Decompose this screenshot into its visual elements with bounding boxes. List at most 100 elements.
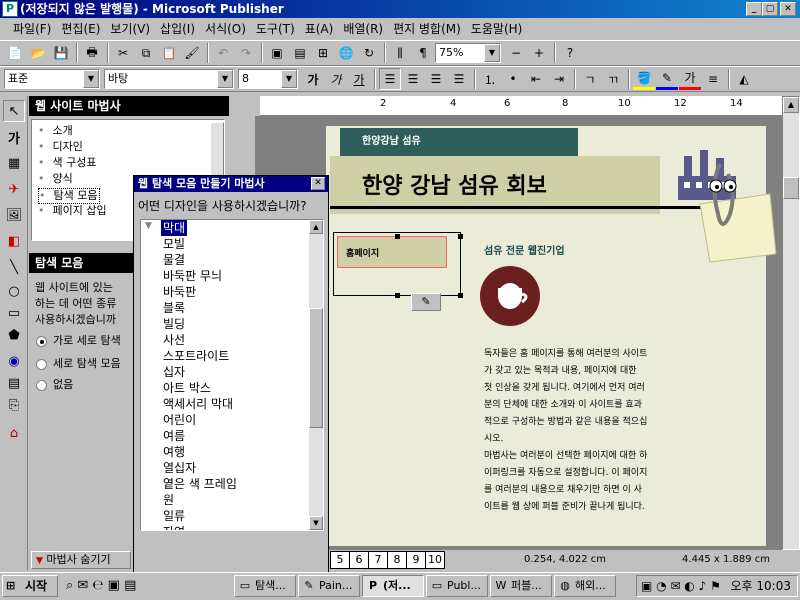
wordart-icon[interactable]: ✈ <box>3 178 25 200</box>
bold-icon[interactable]: 가 <box>302 68 324 90</box>
page-tab[interactable]: 8 <box>387 551 407 569</box>
outdent-icon[interactable]: ⇤ <box>525 68 547 90</box>
wizard-step[interactable]: 소개 <box>38 124 73 138</box>
line-color-icon[interactable]: ✎ <box>656 68 678 90</box>
quick-launch-icons[interactable]: ⌕ ✉ ℮ ▣ ▤ <box>66 578 136 593</box>
italic-icon[interactable]: 가 <box>325 68 347 90</box>
newsletter-title[interactable]: 한양 강남 섬유 회보 <box>362 168 547 200</box>
tray-icons[interactable]: ▣ ◔ ✉ ◐ ♪ ⚑ <box>641 576 721 596</box>
task-button-paint[interactable]: ✎ Pain... <box>298 575 360 597</box>
chevron-down-icon[interactable]: ▼ <box>484 44 500 62</box>
coffee-cup-icon[interactable] <box>480 266 540 326</box>
design-item[interactable]: 아트 박스 <box>163 380 211 396</box>
zoom-in-icon[interactable]: + <box>528 42 550 64</box>
align-right-icon[interactable]: ☰ <box>425 68 447 90</box>
design-item[interactable]: 자연 <box>163 524 185 530</box>
oval-tool-icon[interactable]: ○ <box>3 280 25 302</box>
scroll-thumb[interactable] <box>783 177 799 199</box>
group-icon[interactable]: ⊞ <box>312 42 334 64</box>
task-button-publisher-active[interactable]: P (저... <box>362 575 424 597</box>
refresh-icon[interactable]: ↻ <box>358 42 380 64</box>
font-color-icon[interactable]: 가 <box>679 68 701 90</box>
page-tab[interactable]: 7 <box>368 551 388 569</box>
design-item[interactable]: 옅은 색 프레임 <box>163 476 237 492</box>
design-item[interactable]: 열십자 <box>163 460 196 476</box>
underline-icon[interactable]: 가 <box>348 68 370 90</box>
design-item[interactable]: 블록 <box>163 300 185 316</box>
numbering-icon[interactable]: ⒈ <box>479 68 501 90</box>
paste-icon[interactable]: 📋 <box>158 42 180 64</box>
selection-handle[interactable] <box>395 293 400 298</box>
menu-help[interactable]: 도움말(H) <box>466 19 528 39</box>
design-item[interactable]: 바둑판 <box>163 284 196 300</box>
menu-view[interactable]: 보기(V) <box>105 19 155 39</box>
design-item[interactable]: 바둑판 무늬 <box>163 268 222 284</box>
menu-table[interactable]: 표(A) <box>300 19 339 39</box>
scroll-thumb[interactable] <box>309 308 323 428</box>
radio-horizontal-vertical[interactable]: 가로 세로 탐색 <box>36 334 121 348</box>
design-item[interactable]: 일류 <box>163 508 185 524</box>
maximize-button[interactable]: ▢ <box>762 2 778 16</box>
style-combo[interactable]: 표준 ▼ <box>4 69 100 89</box>
menu-format[interactable]: 서식(O) <box>200 19 251 39</box>
radio-vertical[interactable]: 세로 탐색 모음 <box>36 357 121 371</box>
office-assistant-icon[interactable] <box>680 144 780 264</box>
body-paragraph-2[interactable]: 마법사는 여러분이 선택한 페이지에 대한 하 이퍼링크를 자동으로 설정합니다… <box>484 448 680 516</box>
selection-box[interactable] <box>333 232 461 296</box>
form-control-icon[interactable]: ▤ <box>3 372 25 394</box>
menu-edit[interactable]: 편집(E) <box>56 19 105 39</box>
columns-icon[interactable]: ⫼ <box>389 42 411 64</box>
pointer-icon[interactable]: ↖ <box>3 100 25 122</box>
new-icon[interactable]: 📄 <box>4 42 26 64</box>
print-icon[interactable]: 🖶 <box>81 42 103 64</box>
selection-handle[interactable] <box>458 234 463 239</box>
page-tab[interactable]: 10 <box>425 551 445 569</box>
wizard-launch-button[interactable]: ✎ <box>411 293 441 311</box>
grow-font-icon[interactable]: ㄲ <box>602 68 624 90</box>
page-tab[interactable]: 9 <box>406 551 426 569</box>
font-combo[interactable]: 바탕 ▼ <box>104 69 234 89</box>
design-gallery-icon[interactable]: ⌂ <box>3 422 25 444</box>
hide-wizard-button[interactable]: ▼ 마법사 숨기기 <box>31 551 131 569</box>
bring-front-icon[interactable]: ▣ <box>266 42 288 64</box>
menu-mail-merge[interactable]: 편지 병합(M) <box>388 19 466 39</box>
copy-icon[interactable]: ⧉ <box>135 42 157 64</box>
help-icon[interactable]: ? <box>559 42 581 64</box>
text-direction-icon[interactable]: ◭ <box>733 68 755 90</box>
scroll-up-icon[interactable]: ▲ <box>309 220 323 234</box>
justify-icon[interactable]: ☰ <box>448 68 470 90</box>
publisher-icon[interactable]: P <box>2 1 18 17</box>
wizard-step[interactable]: 페이지 삽입 <box>38 204 107 218</box>
save-icon[interactable]: 💾 <box>50 42 72 64</box>
chevron-down-icon[interactable]: ▼ <box>281 70 297 88</box>
cut-icon[interactable]: ✂ <box>112 42 134 64</box>
size-combo[interactable]: 8 ▼ <box>238 69 298 89</box>
page-tab[interactable]: 6 <box>349 551 369 569</box>
zoom-out-icon[interactable]: − <box>505 42 527 64</box>
undo-icon[interactable]: ↶ <box>212 42 234 64</box>
design-item-selected[interactable]: 막대 <box>161 220 188 236</box>
html-code-icon[interactable]: ⎘ <box>3 394 25 416</box>
task-button-browser[interactable]: ◍ 해외... <box>554 575 616 597</box>
design-item[interactable]: 원 <box>163 492 174 508</box>
clip-gallery-icon[interactable]: ◧ <box>3 230 25 252</box>
company-line[interactable]: 섬유 전문 웹진기업 <box>484 242 684 257</box>
start-button[interactable]: ⊞ 시작 <box>2 575 58 597</box>
selection-handle[interactable] <box>395 234 400 239</box>
table-frame-icon[interactable]: ▦ <box>3 152 25 174</box>
picture-frame-icon[interactable]: 🖼 <box>3 204 25 226</box>
bullets-icon[interactable]: • <box>502 68 524 90</box>
design-item[interactable]: 스포트라이트 <box>163 348 229 364</box>
design-list[interactable]: ▼ 막대 모빌 물결 바둑판 무늬 바둑판 블록 빌딩 사선 스포트라이트 십자… <box>140 219 324 531</box>
redo-icon[interactable]: ↷ <box>235 42 257 64</box>
body-paragraph-1[interactable]: 독자들은 홈 페이지를 통해 여러분의 사이트 가 갖고 있는 목적과 내용, … <box>484 346 680 448</box>
vertical-scrollbar[interactable]: ▲ <box>782 96 800 550</box>
rectangle-tool-icon[interactable]: ▭ <box>3 302 25 324</box>
format-painter-icon[interactable]: 🖌 <box>181 42 203 64</box>
selection-handle[interactable] <box>458 293 463 298</box>
design-item[interactable]: 사선 <box>163 332 185 348</box>
design-item[interactable]: 물결 <box>163 252 185 268</box>
nav-label[interactable]: 홈페이지 <box>346 246 379 259</box>
text-frame-icon[interactable]: 가 <box>3 126 25 148</box>
design-item[interactable]: 여행 <box>163 444 185 460</box>
